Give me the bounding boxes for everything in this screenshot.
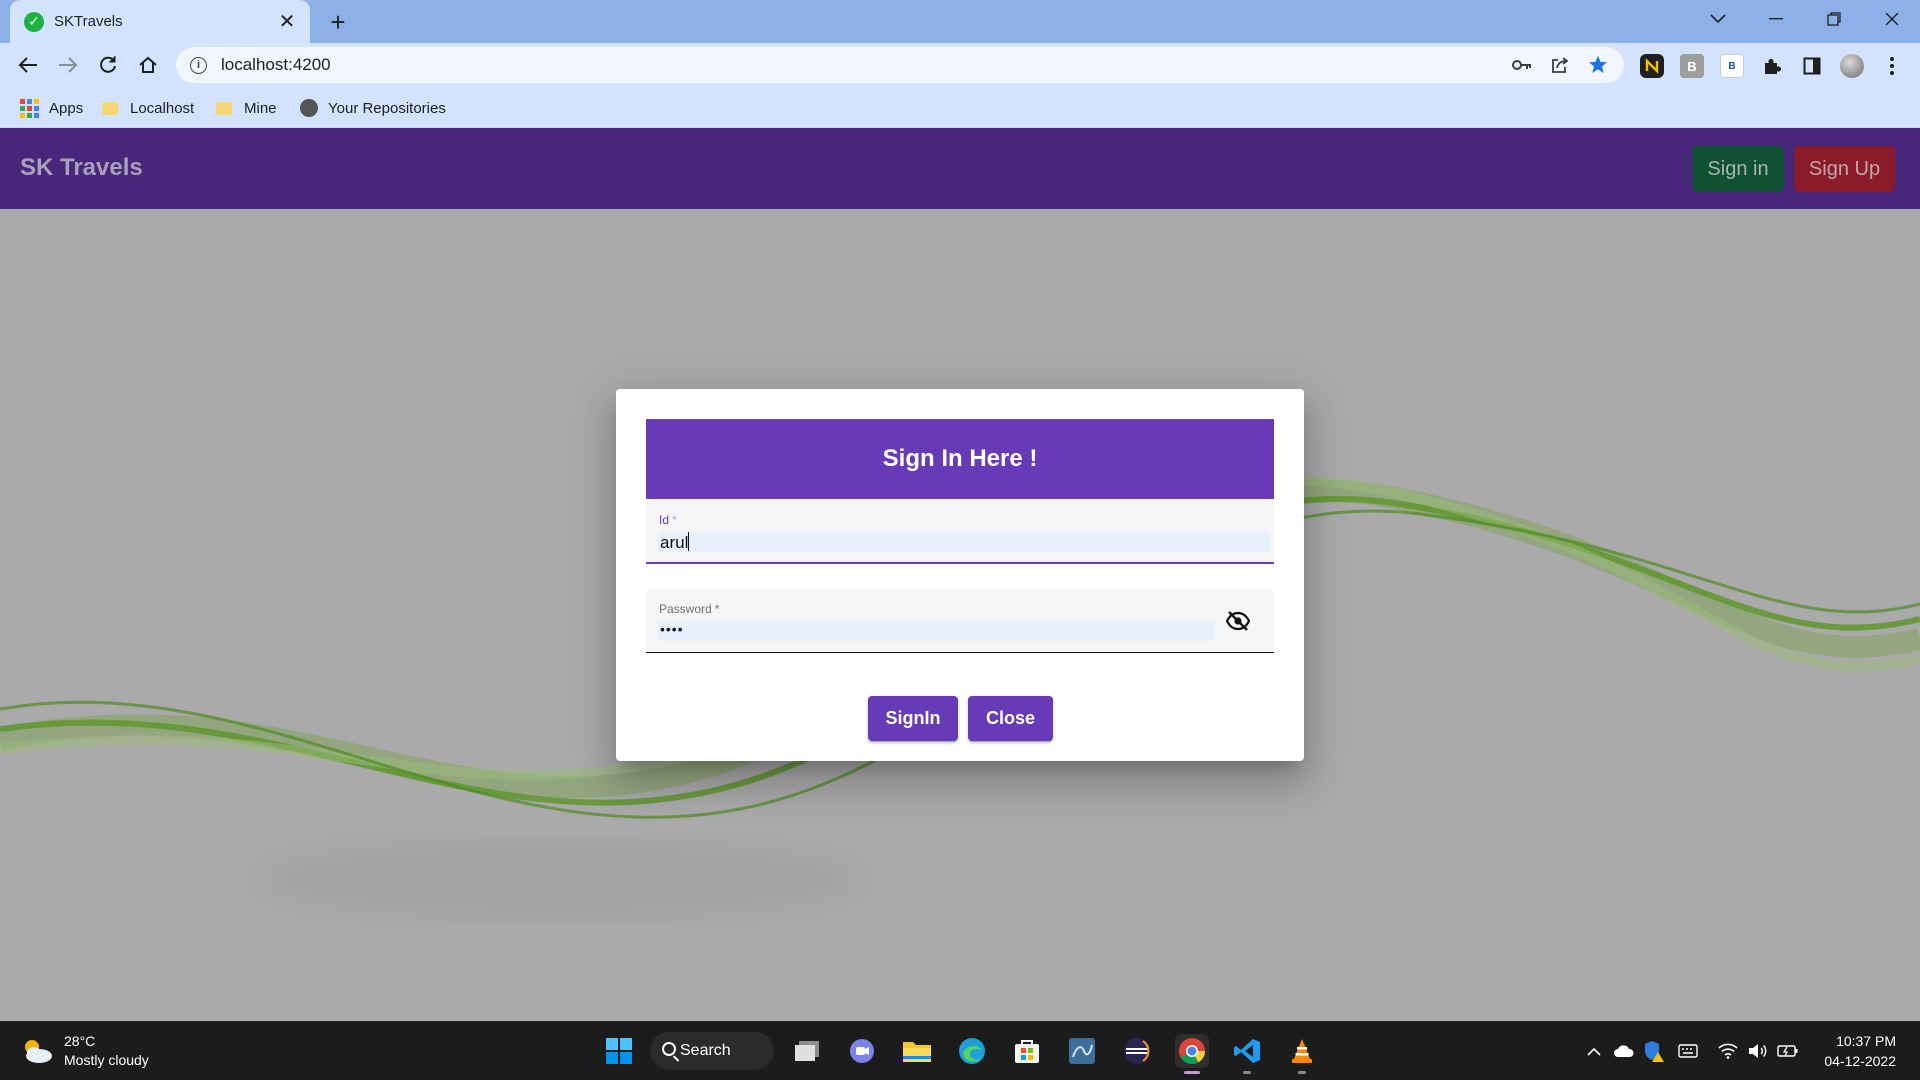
mysql-workbench-icon[interactable] (1065, 1034, 1099, 1068)
minimize-icon[interactable] (1748, 0, 1804, 38)
bookmark-apps[interactable]: Apps (20, 97, 83, 119)
system-clock[interactable]: 10:37 PM 04-12-2022 (1824, 1031, 1896, 1071)
vlc-icon[interactable] (1285, 1034, 1319, 1074)
bookmark-label: Apps (49, 99, 84, 117)
taskbar-search-label: Search (680, 1042, 731, 1059)
bookmarks-bar: Apps Localhost Mine Your Repositories (0, 87, 1920, 128)
apps-grid-icon (20, 98, 39, 118)
app-navbar: SK Travels Sign in Sign Up (0, 128, 1920, 209)
volume-icon[interactable] (1746, 1039, 1770, 1063)
password-form-field[interactable]: Password * •••• (646, 589, 1274, 653)
running-app-indicator (1243, 1071, 1251, 1074)
norton-extension-icon[interactable] (1640, 54, 1664, 78)
dialog-title: Sign In Here ! (882, 445, 1038, 472)
id-field-label: Id * (659, 513, 677, 527)
id-input[interactable]: arul (658, 532, 1270, 552)
bookmark-your-repositories[interactable]: Your Repositories (300, 97, 446, 119)
security-shield-warning-icon[interactable] (1642, 1039, 1666, 1063)
file-explorer-icon[interactable] (900, 1034, 934, 1068)
taskbar-search-box[interactable]: Search (650, 1032, 774, 1070)
visibility-off-eye-icon[interactable] (1222, 607, 1254, 635)
window-close-icon[interactable] (1864, 0, 1920, 38)
reload-icon[interactable] (92, 49, 124, 81)
weather-condition: Mostly cloudy (64, 1052, 149, 1068)
bookmark-mine[interactable]: Mine (216, 97, 277, 119)
show-hidden-icons-chevron-icon[interactable] (1584, 1039, 1604, 1063)
teams-chat-icon[interactable] (845, 1034, 879, 1068)
share-icon[interactable] (1546, 51, 1574, 79)
text-caret (688, 532, 690, 551)
brand-logo-text[interactable]: SK Travels (20, 154, 143, 182)
clock-time: 10:37 PM (1836, 1033, 1896, 1049)
check-favicon-icon: ✓ (24, 11, 44, 32)
side-panel-icon[interactable] (1800, 54, 1824, 78)
partly-cloudy-weather-icon (20, 1036, 54, 1066)
wifi-icon[interactable] (1716, 1039, 1740, 1063)
dialog-header: Sign In Here ! (646, 419, 1274, 499)
dialog-signin-button[interactable]: SignIn (868, 696, 958, 741)
home-icon[interactable] (132, 49, 164, 81)
password-input[interactable]: •••• (658, 621, 1215, 641)
header-sign-in-button[interactable]: Sign in (1692, 146, 1784, 192)
bookmark-star-icon[interactable] (1584, 51, 1612, 79)
battery-charging-icon[interactable] (1776, 1039, 1800, 1063)
tab-close-icon[interactable]: ✕ (276, 11, 298, 33)
chrome-icon[interactable] (1175, 1034, 1209, 1074)
bookmark-localhost[interactable]: Localhost (102, 97, 194, 119)
bookmark-label: Your Repositories (328, 99, 446, 117)
sign-in-dialog: Sign In Here ! Id * arul Password * •••• S… (616, 389, 1304, 761)
keyboard-icon[interactable] (1676, 1039, 1700, 1063)
windows-taskbar: 28°C Mostly cloudy Search 10:37 PM 04-12… (0, 1021, 1920, 1080)
clock-date: 04-12-2022 (1824, 1053, 1896, 1069)
extensions-puzzle-icon[interactable] (1760, 54, 1784, 78)
vscode-icon[interactable] (1230, 1034, 1264, 1074)
browser-toolbar: i localhost:4200 B B (0, 43, 1920, 87)
back-arrow-icon[interactable] (12, 49, 44, 81)
b-extension-icon[interactable]: B (1680, 54, 1704, 78)
weather-widget[interactable]: 28°C Mostly cloudy (20, 1032, 149, 1070)
running-app-indicator (1298, 1071, 1306, 1074)
folder-icon (102, 101, 118, 115)
folder-icon (216, 101, 232, 115)
eclipse-icon[interactable] (1120, 1034, 1154, 1068)
active-app-indicator (1184, 1071, 1200, 1074)
tab-search-chevron-icon[interactable] (1690, 0, 1746, 38)
tab-title: SKTravels (54, 13, 123, 30)
github-icon (300, 99, 318, 117)
weather-temperature: 28°C (64, 1033, 96, 1049)
profile-avatar[interactable] (1840, 54, 1864, 78)
bookmark-label: Localhost (130, 99, 195, 117)
browser-tab[interactable]: ✓ SKTravels ✕ (10, 0, 310, 43)
url-text[interactable]: localhost:4200 (221, 55, 331, 75)
browser-tab-strip: ✓ SKTravels ✕ + (0, 0, 1920, 43)
store-icon[interactable] (1010, 1034, 1044, 1068)
restore-icon[interactable] (1806, 0, 1862, 38)
task-view-icon[interactable] (790, 1034, 824, 1068)
search-icon (662, 1042, 676, 1056)
onedrive-cloud-icon[interactable] (1612, 1039, 1636, 1063)
password-field-label: Password * (659, 602, 720, 616)
site-info-icon[interactable]: i (190, 56, 207, 74)
edge-icon[interactable] (955, 1034, 989, 1068)
header-sign-up-button[interactable]: Sign Up (1794, 146, 1895, 192)
bookmark-label: Mine (244, 99, 277, 117)
address-bar[interactable]: i localhost:4200 (176, 47, 1624, 83)
b-badge-extension-icon[interactable]: B (1720, 54, 1744, 78)
forward-arrow-icon[interactable] (52, 49, 84, 81)
dialog-close-button[interactable]: Close (968, 696, 1053, 741)
start-icon[interactable] (602, 1034, 636, 1068)
id-form-field[interactable]: Id * arul (646, 500, 1274, 564)
new-tab-button[interactable]: + (322, 6, 354, 38)
key-icon[interactable] (1508, 51, 1536, 79)
kebab-menu-icon[interactable] (1880, 54, 1904, 78)
